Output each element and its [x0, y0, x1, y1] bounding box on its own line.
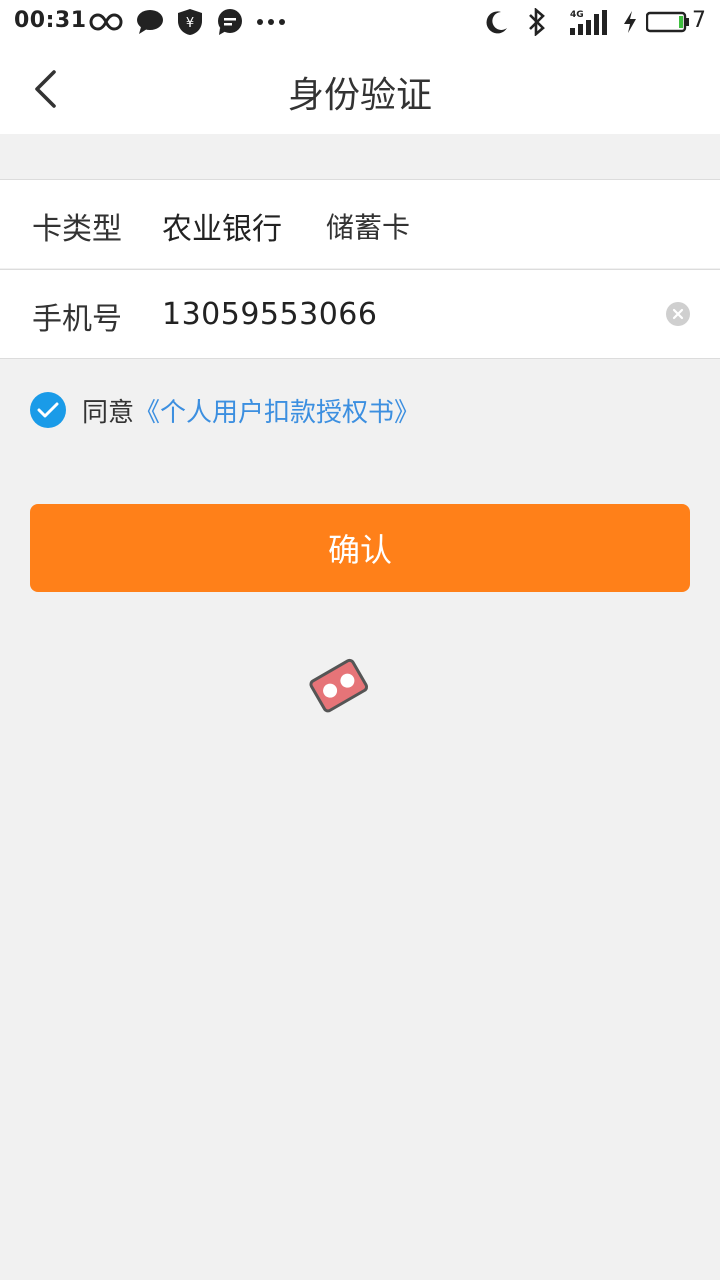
infinity-icon	[88, 6, 124, 38]
card-type-label: 卡类型	[32, 212, 122, 247]
chat-bubble-icon	[136, 6, 164, 38]
watermark-logo	[300, 560, 450, 730]
agreement-link[interactable]: 《个人用户扣款授权书》	[134, 392, 420, 429]
divider	[0, 358, 720, 359]
battery-icon	[646, 6, 690, 38]
clear-circle-icon	[672, 308, 684, 320]
svg-text:¥: ¥	[186, 16, 194, 31]
check-icon	[37, 402, 59, 418]
phone-row: 手机号	[0, 269, 720, 358]
agreement-row: 同意 《个人用户扣款授权书》	[30, 390, 420, 430]
status-time: 00:31	[14, 8, 87, 33]
signal-icon: 4G	[568, 6, 608, 38]
charging-icon	[620, 6, 640, 38]
page-title: 身份验证	[287, 75, 432, 116]
shield-yen-icon: ¥	[176, 6, 204, 38]
clear-input-button[interactable]	[666, 302, 690, 326]
bluetooth-icon	[526, 6, 548, 38]
status-bar: 00:31 ¥ 4G 7	[0, 0, 720, 44]
bank-name: 农业银行	[162, 212, 282, 247]
phone-input[interactable]	[160, 290, 634, 338]
message-icon	[216, 6, 244, 38]
card-kind: 储蓄卡	[326, 211, 411, 244]
more-dots-icon	[256, 6, 286, 38]
agree-checkbox[interactable]	[30, 392, 66, 428]
moon-icon	[484, 6, 510, 38]
card-type-row: 卡类型 农业银行 储蓄卡	[0, 179, 720, 268]
header-bar: 身份验证	[0, 44, 720, 134]
svg-text:4G: 4G	[570, 10, 584, 20]
phone-label: 手机号	[32, 302, 122, 337]
battery-level: 7	[692, 8, 706, 33]
agree-prefix: 同意	[82, 397, 135, 428]
